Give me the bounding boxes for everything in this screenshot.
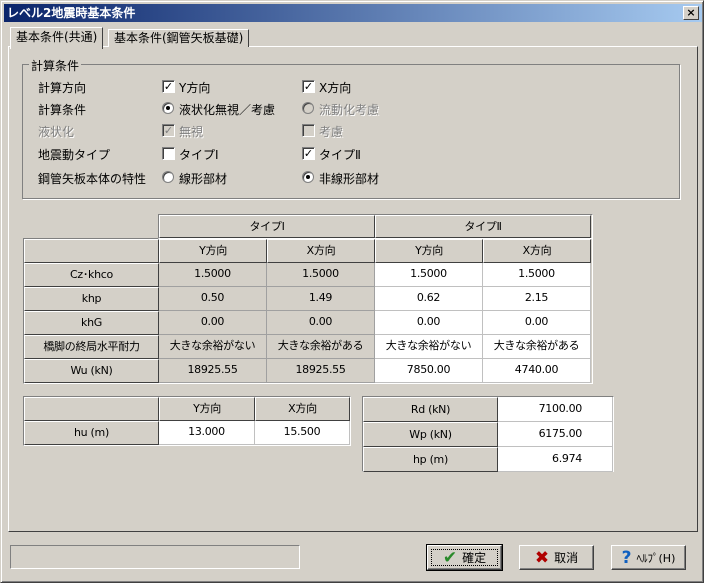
cond-label: 計算方向 <box>38 81 87 95</box>
opt1-checkbox: ✓ <box>162 124 175 137</box>
table-cell[interactable]: 0.00 <box>483 311 591 335</box>
table-cell: 18925.55 <box>159 359 267 383</box>
corner-header <box>24 239 159 263</box>
opt1-radio[interactable] <box>162 171 174 183</box>
row-header: khp <box>24 287 159 311</box>
opt2-checkbox[interactable]: ✓ <box>302 147 315 160</box>
cond-label: 地震動タイプ <box>38 148 111 162</box>
opt2-checkbox[interactable]: ✓ <box>302 80 315 93</box>
opt2-radio <box>302 102 314 114</box>
cancel-label: 取消 <box>554 551 579 565</box>
table-cell[interactable]: 4740.00 <box>483 359 591 383</box>
cond-label: 液状化 <box>38 125 75 139</box>
tab-basic-common[interactable]: 基本条件(共通) <box>10 27 104 49</box>
opt1-checkbox[interactable]: ✓ <box>162 80 175 93</box>
close-button[interactable]: × <box>683 6 699 20</box>
table-cell[interactable]: 1.5000 <box>375 263 483 287</box>
window-title: レベル2地震時基本条件 <box>7 6 136 20</box>
tab-basic-foundation[interactable]: 基本条件(鋼管矢板基礎) <box>108 29 250 47</box>
status-bar <box>10 545 300 569</box>
ok-label: 確定 <box>462 551 487 565</box>
column-header: Y方向 <box>159 239 267 263</box>
opt2-radio[interactable] <box>302 171 314 183</box>
row-header: hp (m) <box>363 447 498 472</box>
table-cell: 18925.55 <box>267 359 375 383</box>
help-label: ﾍﾙﾌﾟ(H) <box>636 551 676 565</box>
table-cell[interactable]: 0.00 <box>375 311 483 335</box>
opt2-label: 考慮 <box>319 125 344 139</box>
row-header: Wu (kN) <box>24 359 159 383</box>
column-header: Y方向 <box>159 397 255 421</box>
opt2-label: 流動化考慮 <box>319 103 380 117</box>
table-cell[interactable]: 0.62 <box>375 287 483 311</box>
row-header: Cz･khco <box>24 263 159 287</box>
cond-label: 鋼管矢板本体の特性 <box>38 172 147 186</box>
table-cell: 大きな余裕がない <box>159 335 267 359</box>
x-icon: ✖ <box>534 547 550 568</box>
table-cell[interactable]: 大きな余裕がある <box>483 335 591 359</box>
opt2-label: タイプⅡ <box>319 148 361 162</box>
table-cell: 1.5000 <box>159 263 267 287</box>
title-bar: レベル2地震時基本条件 × <box>4 4 702 22</box>
table-cell[interactable]: 15.500 <box>255 421 350 445</box>
opt1-label: Y方向 <box>179 81 211 95</box>
table-cell[interactable]: 2.15 <box>483 287 591 311</box>
cond-label: 計算条件 <box>38 103 87 117</box>
opt1-label: タイプⅠ <box>179 148 219 162</box>
table-cell[interactable]: 6.974 <box>498 447 613 472</box>
group-title: 計算条件 <box>29 57 82 74</box>
corner-header <box>24 397 159 421</box>
column-header: X方向 <box>483 239 591 263</box>
help-icon: ? <box>621 547 632 568</box>
check-icon: ✔ <box>442 547 458 568</box>
cancel-button[interactable]: ✖ 取消 <box>519 545 594 570</box>
ok-button[interactable]: ✔ 確定 <box>426 544 503 571</box>
opt2-label: X方向 <box>319 81 352 95</box>
column-header: X方向 <box>267 239 375 263</box>
row-header: khG <box>24 311 159 335</box>
table-cell: 0.00 <box>159 311 267 335</box>
table-cell[interactable]: 1.5000 <box>483 263 591 287</box>
table-cell[interactable]: 7850.00 <box>375 359 483 383</box>
table-cell: 0.00 <box>267 311 375 335</box>
group-header-type1: タイプⅠ <box>159 215 375 238</box>
row-header: hu (m) <box>24 421 159 445</box>
table-cell: 1.49 <box>267 287 375 311</box>
column-header: Y方向 <box>375 239 483 263</box>
opt1-label: 線形部材 <box>179 172 228 186</box>
opt1-checkbox[interactable] <box>162 147 175 160</box>
table-cell[interactable]: 大きな余裕がない <box>375 335 483 359</box>
row-header: 橋脚の終局水平耐力 <box>24 335 159 359</box>
table-cell: 0.50 <box>159 287 267 311</box>
group-header-type2: タイプⅡ <box>375 215 591 238</box>
table-cell: 1.5000 <box>267 263 375 287</box>
table-cell[interactable]: 6175.00 <box>498 422 613 447</box>
row-header: Wp (kN) <box>363 422 498 447</box>
opt2-checkbox <box>302 124 315 137</box>
help-button[interactable]: ? ﾍﾙﾌﾟ(H) <box>611 545 686 570</box>
table-cell: 大きな余裕がある <box>267 335 375 359</box>
column-header: X方向 <box>255 397 350 421</box>
row-header: Rd (kN) <box>363 397 498 422</box>
opt1-label: 無視 <box>179 125 204 139</box>
opt1-radio[interactable] <box>162 102 174 114</box>
opt2-label: 非線形部材 <box>319 172 380 186</box>
table-cell[interactable]: 13.000 <box>159 421 255 445</box>
table-cell[interactable]: 7100.00 <box>498 397 613 422</box>
opt1-label: 液状化無視／考慮 <box>179 103 276 117</box>
